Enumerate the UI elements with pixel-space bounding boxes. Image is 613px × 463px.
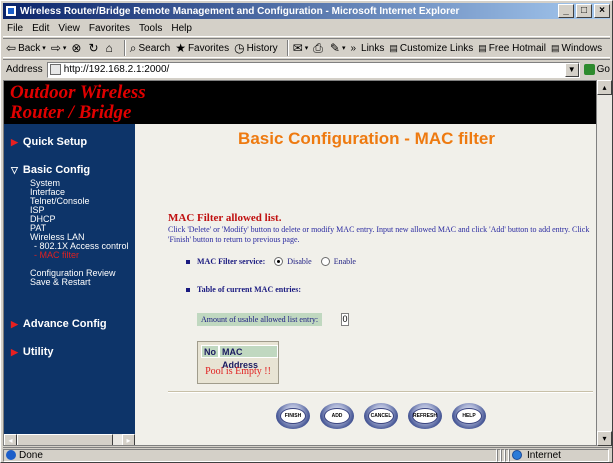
history-icon: ◷	[234, 41, 245, 55]
home-icon: ⌂	[105, 41, 113, 55]
menu-bar: File Edit View Favorites Tools Help	[3, 20, 610, 37]
page-icon: ▤	[551, 42, 560, 53]
nav-basic-config[interactable]: ▽ Basic Config	[11, 164, 90, 176]
browser-window: Wireless Router/Bridge Remote Management…	[0, 0, 613, 463]
refresh-page-button[interactable]: REFRESH	[408, 403, 442, 429]
help-button[interactable]: HELP	[452, 403, 486, 429]
triangle-right-icon: ▶	[11, 346, 18, 357]
back-arrow-icon: ⇦	[6, 41, 17, 55]
search-button[interactable]: ⌕ Search	[130, 41, 170, 56]
stop-button[interactable]: ⊗	[71, 41, 83, 55]
ie-page-icon	[6, 450, 16, 460]
links-label[interactable]: Links	[361, 43, 384, 54]
nav-save-restart[interactable]: Save & Restart	[30, 278, 91, 287]
menu-favorites[interactable]: Favorites	[89, 23, 130, 34]
favorites-icon: ★	[175, 41, 186, 55]
search-icon: ⌕	[129, 40, 137, 55]
add-button[interactable]: ADD	[320, 403, 354, 429]
link-hotmail[interactable]: ▤ Free Hotmail	[478, 43, 546, 54]
vertical-scrollbar[interactable]: ▴ ▾	[597, 80, 612, 446]
toolbar: ⇦ Back ▾ ⇨ ▾ ⊗ ↻ ⌂ ⌕ Search ★ Favorites ◷ Hist…	[3, 38, 610, 58]
action-buttons: FINISH ADD CANCEL REFRESH HELP	[276, 403, 496, 429]
status-zone: Internet	[509, 448, 609, 462]
menu-help[interactable]: Help	[171, 23, 192, 34]
edit-icon: ✎	[329, 41, 340, 55]
finish-button[interactable]: FINISH	[276, 403, 310, 429]
page-viewport: Outdoor Wireless Router / Bridge ▶ Quick …	[3, 80, 597, 446]
menu-view[interactable]: View	[58, 23, 80, 34]
home-button[interactable]: ⌂	[106, 41, 115, 55]
maximize-button[interactable]: □	[576, 4, 592, 18]
link-customize[interactable]: ▤ Customize Links	[389, 43, 473, 54]
nav-advance-config[interactable]: ▶ Advance Config	[11, 318, 107, 330]
status-bar: Done Internet	[3, 447, 612, 462]
banner-line2: Router / Bridge	[10, 102, 132, 123]
nav-mac-filter[interactable]: - MAC filter	[34, 251, 79, 260]
banner: Outdoor Wireless Router / Bridge	[4, 81, 596, 124]
back-button[interactable]: ⇦ Back ▾	[6, 41, 46, 55]
mail-icon: ✉	[292, 41, 303, 55]
scroll-right-icon[interactable]: ▸	[122, 434, 135, 445]
refresh-button[interactable]: ↻	[88, 41, 100, 55]
mail-button[interactable]: ✉ ▾	[293, 41, 309, 55]
page-icon: ▤	[478, 42, 487, 53]
link-windows[interactable]: ▤ Windows	[551, 43, 602, 54]
address-url[interactable]: http://192.168.2.1:2000/	[64, 64, 565, 75]
globe-icon	[512, 450, 522, 460]
scroll-thumb[interactable]	[17, 434, 113, 445]
page-icon	[49, 64, 61, 75]
minimize-button[interactable]: _	[558, 4, 574, 18]
sidebar-horizontal-scrollbar[interactable]: ◂ ▸	[4, 434, 135, 445]
print-icon: ⎙	[313, 40, 323, 55]
forward-button[interactable]: ⇨ ▾	[51, 41, 67, 55]
address-input[interactable]: http://192.168.2.1:2000/ ▼	[46, 61, 580, 78]
triangle-down-icon: ▽	[11, 164, 18, 175]
triangle-right-icon: ▶	[11, 136, 18, 147]
scroll-left-icon[interactable]: ◂	[4, 434, 17, 445]
cancel-button[interactable]: CANCEL	[364, 403, 398, 429]
favorites-button[interactable]: ★ Favorites	[175, 41, 229, 55]
ie-icon	[5, 5, 17, 17]
banner-line1: Outdoor Wireless	[10, 82, 146, 103]
window-title: Wireless Router/Bridge Remote Management…	[20, 5, 460, 17]
edit-button[interactable]: ✎ ▾	[330, 41, 346, 55]
close-button[interactable]: ×	[594, 4, 610, 18]
nav-quick-setup[interactable]: ▶ Quick Setup	[11, 136, 87, 148]
sidebar: ▶ Quick Setup ▽ Basic Config System Interf…	[4, 124, 135, 445]
forward-arrow-icon: ⇨	[50, 41, 61, 55]
stop-icon: ⊗	[71, 41, 82, 55]
title-bar: Wireless Router/Bridge Remote Management…	[3, 3, 610, 19]
status-left: Done	[3, 448, 497, 462]
address-dropdown-icon[interactable]: ▼	[564, 62, 579, 77]
menu-tools[interactable]: Tools	[139, 23, 162, 34]
address-bar: Address http://192.168.2.1:2000/ ▼ Go	[3, 59, 610, 79]
page-title: Basic Configuration - MAC filter	[238, 129, 495, 148]
content-frame: Basic Configuration - MAC filter	[135, 124, 596, 445]
history-button[interactable]: ◷ History	[234, 41, 278, 55]
address-label: Address	[6, 64, 43, 75]
scroll-up-icon[interactable]: ▴	[597, 80, 612, 95]
page-icon: ▤	[389, 42, 398, 53]
scroll-down-icon[interactable]: ▾	[597, 431, 612, 446]
menu-edit[interactable]: Edit	[32, 23, 49, 34]
go-arrow-icon	[583, 64, 595, 75]
more-chevron[interactable]: »	[350, 43, 356, 54]
refresh-icon: ↻	[88, 41, 99, 55]
menu-file[interactable]: File	[7, 23, 23, 34]
print-button[interactable]: ⎙	[313, 41, 325, 56]
nav-utility[interactable]: ▶ Utility	[11, 346, 53, 358]
triangle-right-icon: ▶	[11, 318, 18, 329]
go-button[interactable]: Go	[583, 64, 610, 75]
